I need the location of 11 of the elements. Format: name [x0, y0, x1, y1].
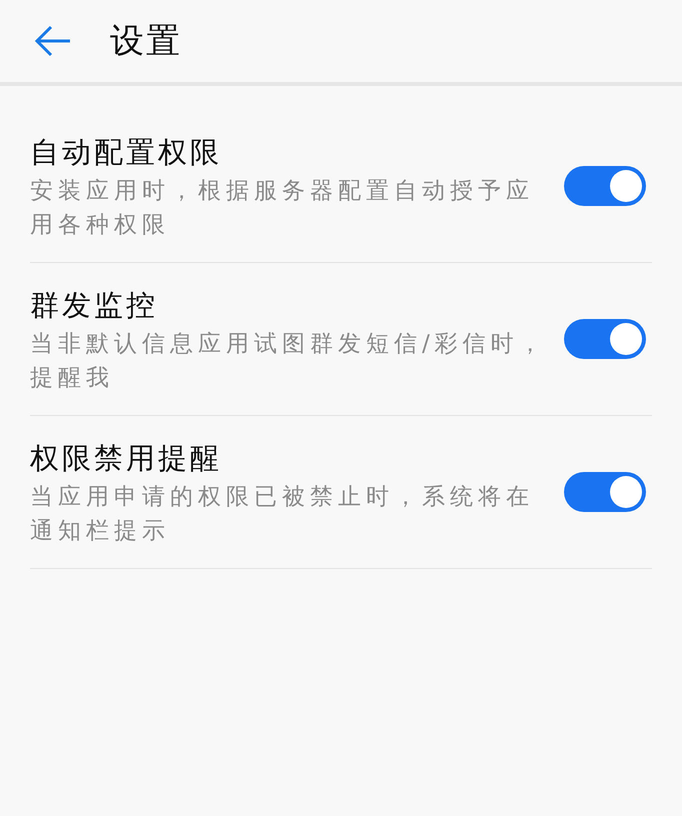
toggle-switch[interactable] — [564, 319, 646, 359]
setting-description: 当非默认信息应用试图群发短信/彩信时，提醒我 — [30, 330, 548, 393]
setting-description: 安装应用时，根据服务器配置自动授予应用各种权限 — [30, 177, 535, 240]
toggle-switch[interactable] — [564, 472, 646, 512]
setting-title: 群发监控 — [30, 287, 159, 324]
setting-description: 当应用申请的权限已被禁止时，系统将在通知栏提示 — [30, 483, 535, 546]
setting-title: 自动配置权限 — [30, 134, 223, 171]
toggle-switch[interactable] — [564, 166, 646, 206]
page-title: 设置 — [110, 20, 182, 62]
back-icon[interactable] — [34, 25, 72, 57]
setting-title: 权限禁用提醒 — [30, 440, 223, 477]
